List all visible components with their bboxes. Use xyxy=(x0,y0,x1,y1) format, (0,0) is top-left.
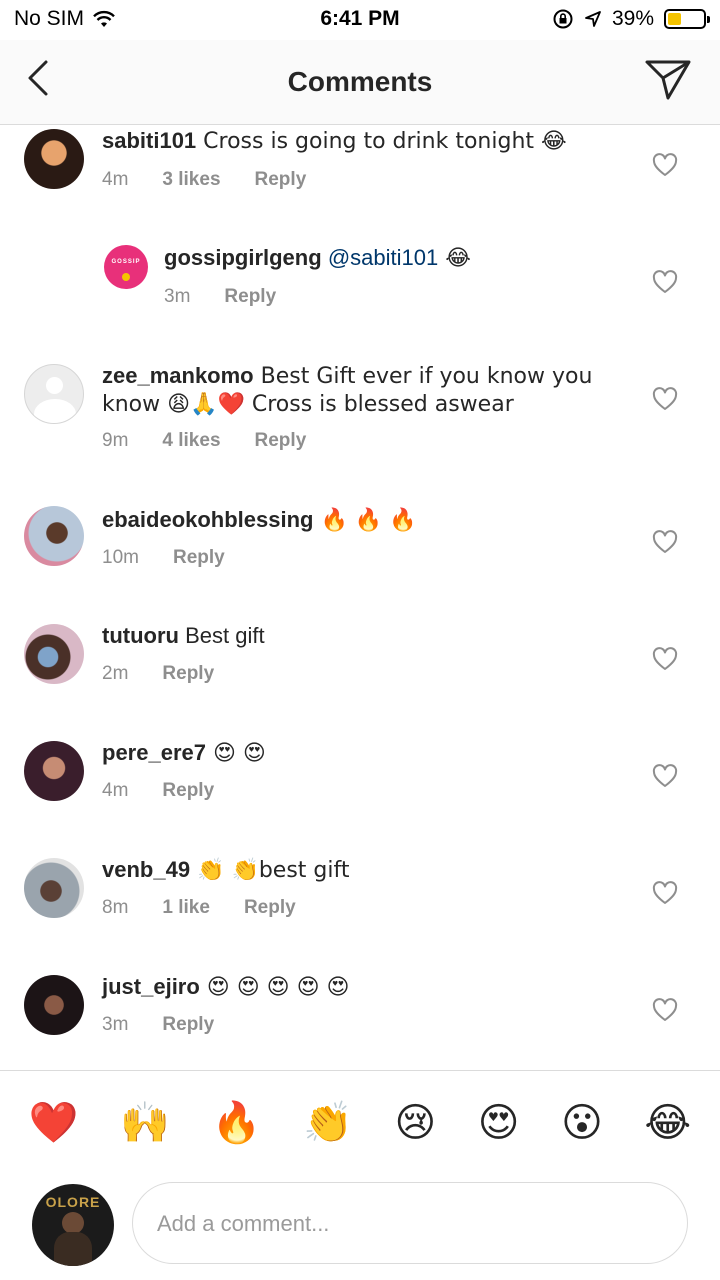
comment-likes[interactable]: 3 likes xyxy=(162,169,220,191)
comment-text-block: just_ejiro 😍 😍 😍 😍 😍 xyxy=(102,973,600,1001)
comment-meta: 3m Reply xyxy=(102,1014,214,1036)
comment-meta: 4m Reply xyxy=(102,780,214,802)
heart-emoji-button[interactable]: ❤️ xyxy=(29,1103,79,1143)
avatar[interactable] xyxy=(24,129,84,189)
default-avatar[interactable] xyxy=(24,364,84,424)
avatar[interactable] xyxy=(24,858,84,918)
reply-button[interactable]: Reply xyxy=(173,547,225,569)
comment-time: 8m xyxy=(102,897,129,918)
reply-button[interactable]: Reply xyxy=(162,780,214,802)
comment-composer: OLORE Add a comment... xyxy=(0,1174,720,1280)
reply-button[interactable]: Reply xyxy=(255,430,307,452)
like-heart-icon[interactable] xyxy=(652,153,678,177)
comment-time: 4m xyxy=(102,780,129,801)
comment-time: 3m xyxy=(164,286,191,307)
comment-time: 9m xyxy=(102,430,129,451)
avatar[interactable] xyxy=(24,975,84,1035)
comment-meta: 4m 3 likes Reply xyxy=(102,169,306,191)
comment-likes[interactable]: 1 like xyxy=(162,897,210,919)
reply-button[interactable]: Reply xyxy=(224,286,276,308)
quick-reaction-bar: ❤️ 🙌 🔥 👏 😢 😍 😮 😂 xyxy=(0,1070,720,1174)
avatar[interactable] xyxy=(24,741,84,801)
comment-text-block: tutuoru Best gift xyxy=(102,622,600,649)
like-heart-icon[interactable] xyxy=(652,270,678,294)
current-user-avatar: OLORE xyxy=(32,1184,114,1266)
comment-input-placeholder: Add a comment... xyxy=(157,1211,330,1236)
nav-bar: Comments xyxy=(0,40,720,125)
fire-emoji-button[interactable]: 🔥 xyxy=(212,1103,262,1143)
comment-username[interactable]: tutuoru xyxy=(102,623,179,648)
comment-text-block: sabiti101 Cross is going to drink tonigh… xyxy=(102,127,600,155)
comment-text-block: ebaideokohblessing 🔥 🔥 🔥 xyxy=(102,506,600,534)
clapping-emoji-button[interactable]: 👏 xyxy=(303,1103,353,1143)
comment-username[interactable]: pere_ere7 xyxy=(102,740,206,765)
like-heart-icon[interactable] xyxy=(652,764,678,788)
comment-meta: 10m Reply xyxy=(102,547,225,569)
laughing-emoji-button[interactable]: 😂 xyxy=(644,1103,691,1143)
rotation-lock-icon xyxy=(553,9,573,29)
status-right: 39% xyxy=(552,7,710,31)
comment-time: 4m xyxy=(102,169,129,190)
comment-username[interactable]: sabiti101 xyxy=(102,128,196,153)
comment-meta: 2m Reply xyxy=(102,663,214,685)
comment-likes[interactable]: 4 likes xyxy=(162,430,220,452)
comment-text: 😍 😍 😍 😍 😍 xyxy=(199,975,350,1000)
comment-input[interactable]: Add a comment... xyxy=(132,1182,688,1264)
heart-eyes-emoji-button[interactable]: 😍 xyxy=(478,1103,520,1143)
comment-text: 🔥 🔥 🔥 xyxy=(313,508,417,533)
page-title: Comments xyxy=(287,66,433,97)
avatar[interactable] xyxy=(24,624,84,684)
reply-button[interactable]: Reply xyxy=(162,1014,214,1036)
comment-username[interactable]: zee_mankomo xyxy=(102,363,254,388)
direct-send-icon[interactable] xyxy=(644,56,692,102)
avatar-logo-text: OLORE xyxy=(45,1194,101,1210)
battery-percent: 39% xyxy=(611,7,654,30)
like-heart-icon[interactable] xyxy=(652,387,678,411)
comment-text: Cross is going to drink tonight 😂 xyxy=(196,129,567,154)
comment-text: 👏 👏best gift xyxy=(190,858,350,883)
surprised-emoji-button[interactable]: 😮 xyxy=(561,1103,603,1143)
comment-username[interactable]: gossipgirlgeng xyxy=(164,245,322,270)
avatar[interactable]: GOSSIP xyxy=(104,245,148,289)
comment-text-block: zee_mankomo Best Gift ever if you know y… xyxy=(102,362,600,418)
reply-button[interactable]: Reply xyxy=(255,169,307,191)
battery-icon xyxy=(664,9,710,29)
comment-time: 2m xyxy=(102,663,129,684)
like-heart-icon[interactable] xyxy=(652,881,678,905)
comment-username[interactable]: venb_49 xyxy=(102,857,190,882)
comment-text: 😍 😍 xyxy=(205,741,266,766)
avatar[interactable] xyxy=(24,506,84,566)
comment-text: 😂 xyxy=(438,246,471,271)
comment-time: 3m xyxy=(102,1014,129,1035)
reply-button[interactable]: Reply xyxy=(244,897,296,919)
comment-text: Best gift xyxy=(178,623,265,648)
comment-meta: 9m 4 likes Reply xyxy=(102,430,306,452)
crying-emoji-button[interactable]: 😢 xyxy=(394,1103,436,1143)
comment-text-block: gossipgirlgeng @sabiti101 😂 xyxy=(164,244,600,272)
like-heart-icon[interactable] xyxy=(652,530,678,554)
status-bar: No SIM 6:41 PM 39% xyxy=(0,0,720,40)
comment-mention[interactable]: @sabiti101 xyxy=(328,245,438,270)
reply-button[interactable]: Reply xyxy=(162,663,214,685)
comment-meta: 3m Reply xyxy=(164,286,276,308)
comment-username[interactable]: just_ejiro xyxy=(102,974,200,999)
raising-hands-emoji-button[interactable]: 🙌 xyxy=(120,1103,170,1143)
comment-time: 10m xyxy=(102,547,139,568)
comment-meta: 8m 1 like Reply xyxy=(102,897,296,919)
location-icon xyxy=(585,11,601,27)
like-heart-icon[interactable] xyxy=(652,647,678,671)
comment-username[interactable]: ebaideokohblessing xyxy=(102,507,314,532)
like-heart-icon[interactable] xyxy=(652,998,678,1022)
comment-text-block: pere_ere7 😍 😍 xyxy=(102,739,600,767)
comment-text-block: venb_49 👏 👏best gift xyxy=(102,856,600,884)
